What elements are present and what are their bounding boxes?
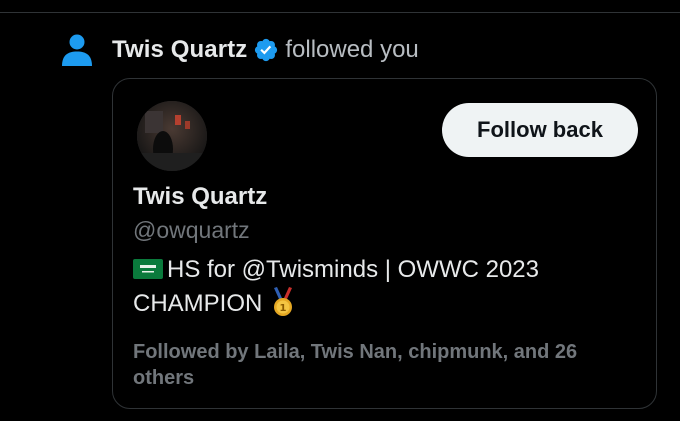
saudi-flag-icon [133, 255, 163, 279]
top-divider [0, 12, 680, 13]
svg-text:1: 1 [280, 303, 287, 314]
followed-by-text[interactable]: Followed by Laila, Twis Nan, chipmunk, a… [133, 339, 633, 391]
follow-back-button[interactable]: Follow back [442, 103, 638, 157]
user-bio: HS for @Twisminds | OWWC 2023 CHAMPION 1 [133, 253, 613, 321]
avatar[interactable] [137, 101, 207, 171]
verified-badge-icon [253, 37, 279, 63]
notification-user-name[interactable]: Twis Quartz [112, 36, 247, 64]
gold-medal-icon: 1 [271, 287, 295, 317]
notification-action-text: followed you [285, 36, 419, 63]
user-card[interactable]: Follow back Twis Quartz @owquartz HS for… [112, 78, 657, 409]
person-icon [60, 33, 94, 67]
bio-line-1: HS for @Twisminds | OWWC 2023 [167, 256, 539, 283]
user-handle[interactable]: @owquartz [133, 217, 250, 244]
display-name[interactable]: Twis Quartz [133, 183, 267, 211]
bio-line-2: CHAMPION [133, 290, 263, 317]
follow-notification[interactable]: Twis Quartz followed you [60, 28, 419, 72]
